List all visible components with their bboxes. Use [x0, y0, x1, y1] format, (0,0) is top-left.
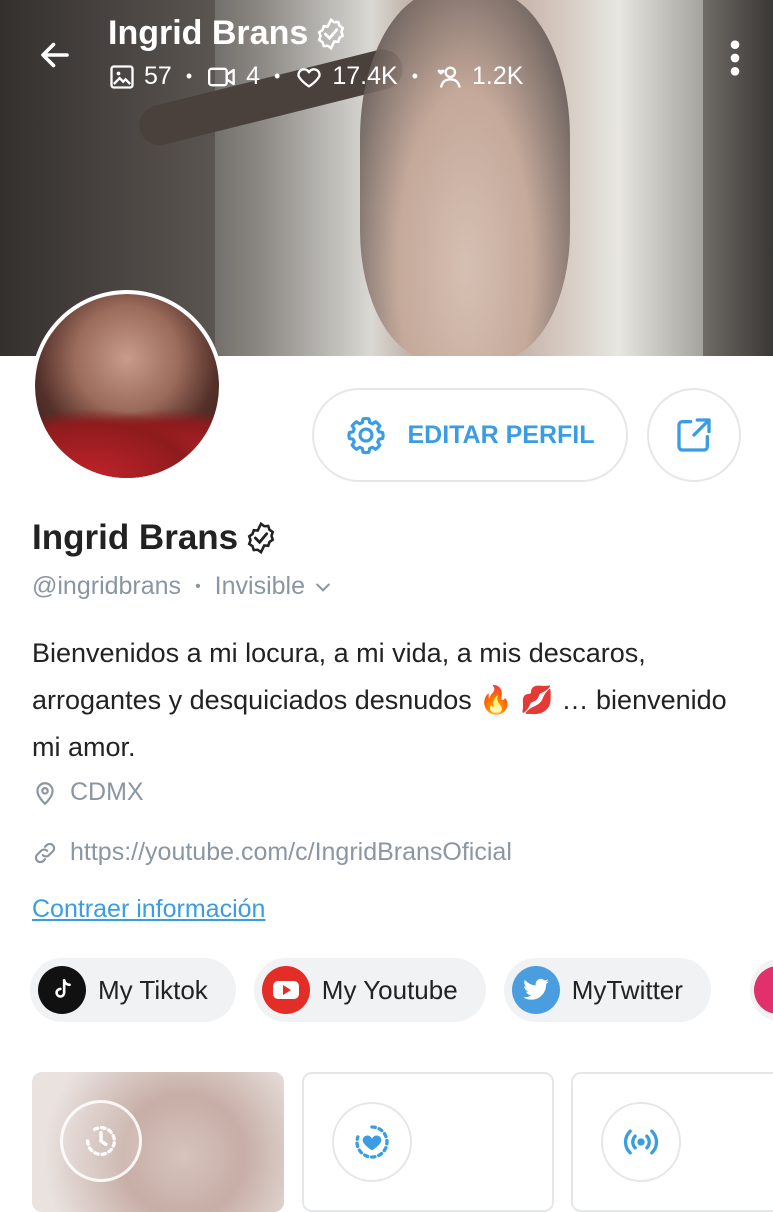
location-pin-icon	[36, 781, 54, 805]
history-icon	[60, 1100, 142, 1182]
profile-bio: Bienvenidos a mi locura, a mi vida, a mi…	[32, 638, 727, 762]
status-dropdown[interactable]: Invisible	[215, 572, 333, 601]
heart-icon	[297, 67, 322, 88]
edit-profile-button[interactable]: EDITAR PERFIL	[312, 388, 628, 482]
link-icon	[34, 842, 56, 863]
top-bar: Ingrid Brans 57 • 4 • 17.4K • 1.2K	[0, 0, 773, 110]
more-vertical-icon	[730, 40, 740, 76]
live-card[interactable]	[571, 1072, 773, 1212]
twitter-icon	[511, 966, 560, 1014]
heart-circle-icon	[332, 1102, 412, 1182]
youtube-icon	[261, 966, 310, 1014]
instagram-link[interactable]	[750, 958, 773, 1022]
social-links: My Tiktok My Youtube MyTwitter	[30, 958, 711, 1022]
arrow-left-icon	[41, 42, 69, 68]
location-row: CDMX	[32, 778, 144, 807]
verified-icon	[317, 17, 345, 50]
subscription-card[interactable]	[302, 1072, 554, 1212]
tiktok-link[interactable]: My Tiktok	[30, 958, 236, 1022]
profile-name: Ingrid Brans	[32, 518, 278, 558]
fan-user-icon	[437, 66, 461, 88]
story-card[interactable]	[32, 1072, 284, 1212]
stats-bar: 57 • 4 • 17.4K • 1.2K	[108, 62, 523, 91]
video-camera-icon	[208, 67, 235, 86]
gear-icon	[347, 416, 386, 455]
more-options-button[interactable]	[725, 38, 745, 78]
twitter-link[interactable]: MyTwitter	[503, 958, 711, 1022]
website-link[interactable]: https://youtube.com/c/IngridBransOficial	[32, 838, 512, 867]
edit-profile-label: EDITAR PERFIL	[407, 420, 595, 449]
tiktok-icon	[38, 966, 86, 1014]
chevron-down-icon	[316, 583, 330, 592]
verified-icon	[247, 521, 275, 555]
avatar[interactable]	[31, 290, 223, 482]
photos-stat: 57	[108, 62, 172, 91]
likes-stat: 17.4K	[294, 62, 398, 91]
header-title: Ingrid Brans	[108, 14, 348, 53]
username: @ingridbrans	[32, 572, 182, 600]
header-name: Ingrid Brans	[108, 14, 309, 52]
fans-stat: 1.2K	[432, 62, 523, 91]
share-icon	[677, 418, 711, 452]
collapse-info-link[interactable]: Contraer información	[32, 895, 265, 924]
image-icon	[110, 64, 134, 89]
share-button[interactable]	[647, 388, 741, 482]
videos-stat: 4	[206, 62, 260, 91]
back-button[interactable]	[30, 30, 80, 80]
instagram-icon	[754, 966, 773, 1014]
youtube-link[interactable]: My Youtube	[253, 958, 486, 1022]
broadcast-icon	[601, 1102, 681, 1182]
handle-row: @ingridbrans • Invisible	[32, 572, 333, 601]
